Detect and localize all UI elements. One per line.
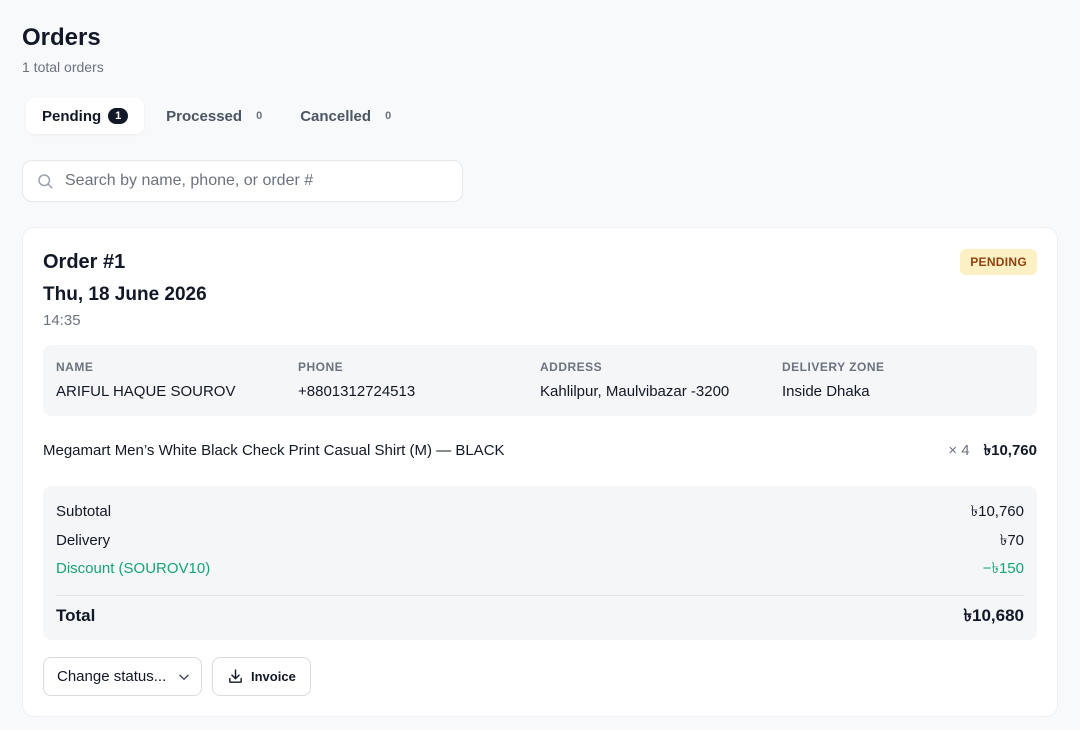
customer-phone-field: PHONE +8801312724513 [298,360,540,416]
item-price: ৳10,760 [983,442,1037,459]
discount-value: −৳150 [982,560,1024,577]
field-label: PHONE [298,360,344,374]
item-quantity: × 4 [948,442,970,459]
invoice-label: Invoice [251,669,296,684]
customer-address-field: ADDRESS Kahlilpur, Maulvibazar -3200 [540,360,782,416]
search-box [22,160,463,202]
status-tabs: Pending 1 Processed 0 Cancelled 0 [22,98,1058,134]
search-icon [38,174,53,189]
item-name: Megamart Men’s White Black Check Print C… [43,442,505,459]
field-value: ARIFUL HAQUE SOUROV [56,383,236,400]
status-select-label: Change status... [57,668,167,685]
order-time: 14:35 [43,312,81,329]
customer-name-field: NAME ARIFUL HAQUE SOUROV [56,360,298,416]
tab-count-badge: 1 [108,108,129,124]
delivery-row: Delivery ৳70 [56,532,1024,561]
field-value: +8801312724513 [298,383,416,400]
order-date: Thu, 18 June 2026 [43,284,207,305]
discount-row: Discount (SOUROV10) −৳150 [56,560,1024,589]
tab-label: Pending [42,107,102,125]
tab-processed[interactable]: Processed 0 [150,98,278,134]
discount-label: Discount (SOUROV10) [56,560,211,577]
orders-count: 1 total orders [22,59,104,75]
tab-cancelled[interactable]: Cancelled 0 [284,98,407,134]
order-totals: Subtotal ৳10,760 Delivery ৳70 Discount (… [43,486,1037,640]
order-card: Order #1 Thu, 18 June 2026 14:35 PENDING… [22,227,1058,717]
search-input[interactable] [65,172,445,190]
tab-count-badge: 0 [385,110,392,122]
subtotal-label: Subtotal [56,503,112,520]
download-icon [229,669,242,683]
total-label: Total [56,605,96,625]
total-value: ৳10,680 [963,605,1024,625]
delivery-label: Delivery [56,531,111,549]
field-value: Inside Dhaka [782,383,870,400]
order-number: Order #1 [43,251,126,273]
tab-pending[interactable]: Pending 1 [26,98,145,134]
field-label: NAME [56,360,94,374]
tab-label: Processed [166,107,243,125]
page-title: Orders [22,24,101,51]
status-badge: PENDING [960,249,1037,275]
subtotal-value: ৳10,760 [970,503,1024,520]
field-label: DELIVERY ZONE [782,360,885,374]
orders-page: Orders 1 total orders Pending 1 Processe… [0,0,1080,202]
invoice-button[interactable]: Invoice [212,657,311,696]
subtotal-row: Subtotal ৳10,760 [56,503,1024,532]
customer-info: NAME ARIFUL HAQUE SOUROV PHONE +88013127… [43,345,1037,416]
delivery-value: ৳70 [999,531,1024,549]
order-actions: Change status... Invoice [43,657,311,696]
order-item: Megamart Men’s White Black Check Print C… [43,442,1037,460]
tab-count-badge: 0 [256,110,263,122]
tab-label: Cancelled [300,107,372,125]
change-status-select[interactable]: Change status... [43,657,202,696]
field-value: Kahlilpur, Maulvibazar -3200 [540,383,730,400]
field-label: ADDRESS [540,360,603,374]
delivery-zone-field: DELIVERY ZONE Inside Dhaka [782,360,1024,416]
total-row: Total ৳10,680 [56,605,1024,629]
totals-divider [56,594,1024,596]
chevron-down-icon [179,674,189,680]
